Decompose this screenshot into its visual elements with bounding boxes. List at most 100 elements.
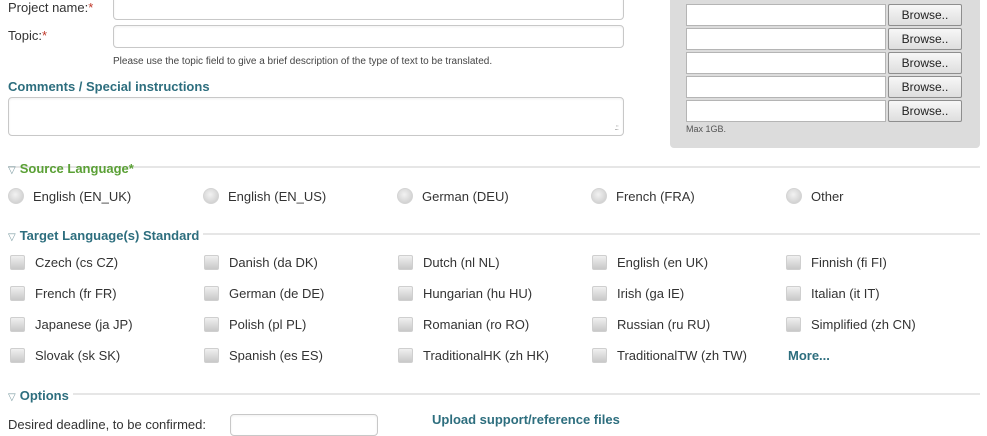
comments-title: Comments / Special instructions [8, 79, 210, 94]
target-option[interactable]: TraditionalTW (zh TW) [592, 348, 747, 363]
options-title-text: Options [19, 388, 69, 403]
checkbox[interactable] [398, 348, 413, 363]
option-label: Romanian (ro RO) [423, 317, 530, 332]
collapse-triangle-icon: ▽ [8, 232, 16, 243]
options-title[interactable]: ▽ Options [8, 388, 73, 403]
project-name-input[interactable] [113, 0, 624, 20]
option-label: Japanese (ja JP) [35, 317, 133, 332]
file-path-field[interactable] [686, 28, 886, 50]
option-label: TraditionalHK (zh HK) [423, 348, 549, 363]
checkbox[interactable] [10, 255, 25, 270]
radio-button[interactable] [591, 188, 607, 204]
collapse-triangle-icon: ▽ [8, 392, 16, 403]
option-label: German (de DE) [229, 286, 325, 301]
file-upload-row: Browse.. [686, 28, 962, 50]
target-languages-title[interactable]: ▽ Target Language(s) Standard [8, 228, 204, 243]
target-option[interactable]: German (de DE) [204, 286, 324, 301]
deadline-label: Desired deadline, to be confirmed: [8, 417, 207, 432]
checkbox[interactable] [592, 286, 607, 301]
option-label: Hungarian (hu HU) [423, 286, 533, 301]
topic-label-text: Topic: [8, 28, 42, 43]
target-option[interactable]: Polish (pl PL) [204, 317, 306, 332]
target-option[interactable]: Danish (da DK) [204, 255, 318, 270]
target-option[interactable]: Hungarian (hu HU) [398, 286, 532, 301]
section-divider [8, 166, 980, 168]
option-label: English (EN_UK) [33, 188, 132, 204]
source-option[interactable]: English (EN_UK) [8, 188, 131, 204]
required-mark: * [88, 0, 94, 15]
file-path-field[interactable] [686, 4, 886, 26]
checkbox[interactable] [786, 255, 801, 270]
checkbox[interactable] [398, 286, 413, 301]
target-option[interactable]: French (fr FR) [10, 286, 117, 301]
checkbox[interactable] [786, 286, 801, 301]
target-option[interactable]: Spanish (es ES) [204, 348, 323, 363]
resize-grip-icon[interactable]: .:: [614, 123, 619, 132]
checkbox[interactable] [398, 255, 413, 270]
radio-button[interactable] [8, 188, 24, 204]
option-label: Dutch (nl NL) [423, 255, 500, 270]
option-label: Italian (it IT) [811, 286, 880, 301]
file-upload-panel: Browse.. Browse.. Browse.. Browse.. Brow… [670, 0, 980, 148]
option-label: Other [811, 188, 844, 204]
checkbox[interactable] [592, 317, 607, 332]
option-label: Polish (pl PL) [229, 317, 307, 332]
checkbox[interactable] [592, 255, 607, 270]
target-option[interactable]: Finnish (fi FI) [786, 255, 887, 270]
source-language-title[interactable]: ▽ Source Language* [8, 161, 134, 176]
browse-button[interactable]: Browse.. [888, 100, 962, 122]
deadline-input[interactable] [230, 414, 378, 436]
target-option[interactable]: Dutch (nl NL) [398, 255, 500, 270]
browse-button[interactable]: Browse.. [888, 76, 962, 98]
radio-button[interactable] [786, 188, 802, 204]
target-option[interactable]: Japanese (ja JP) [10, 317, 133, 332]
file-path-field[interactable] [686, 52, 886, 74]
required-mark: * [128, 161, 134, 176]
source-option[interactable]: Other [786, 188, 844, 204]
target-option[interactable]: Italian (it IT) [786, 286, 880, 301]
file-path-field[interactable] [686, 76, 886, 98]
support-files-title: Upload support/reference files [432, 412, 620, 427]
target-option[interactable]: Czech (cs CZ) [10, 255, 118, 270]
checkbox[interactable] [786, 317, 801, 332]
option-label: Irish (ga IE) [617, 286, 685, 301]
checkbox[interactable] [204, 255, 219, 270]
browse-button[interactable]: Browse.. [888, 28, 962, 50]
target-option[interactable]: Slovak (sk SK) [10, 348, 120, 363]
option-label: Czech (cs CZ) [35, 255, 119, 270]
target-languages-title-text: Target Language(s) Standard [19, 228, 200, 243]
source-option[interactable]: German (DEU) [397, 188, 509, 204]
max-size-note: Max 1GB. [686, 124, 727, 134]
option-label: Russian (ru RU) [617, 317, 711, 332]
browse-button[interactable]: Browse.. [888, 52, 962, 74]
radio-button[interactable] [397, 188, 413, 204]
checkbox[interactable] [398, 317, 413, 332]
option-label: Slovak (sk SK) [35, 348, 121, 363]
comments-textarea[interactable]: .:: [8, 97, 624, 136]
checkbox[interactable] [10, 317, 25, 332]
checkbox[interactable] [204, 317, 219, 332]
target-option[interactable]: Romanian (ro RO) [398, 317, 529, 332]
target-option[interactable]: TraditionalHK (zh HK) [398, 348, 549, 363]
checkbox[interactable] [592, 348, 607, 363]
checkbox[interactable] [204, 348, 219, 363]
browse-button[interactable]: Browse.. [888, 4, 962, 26]
checkbox[interactable] [204, 286, 219, 301]
checkbox[interactable] [10, 286, 25, 301]
option-label: French (fr FR) [35, 286, 117, 301]
option-label: English (EN_US) [228, 188, 327, 204]
source-option[interactable]: French (FRA) [591, 188, 695, 204]
source-option[interactable]: English (EN_US) [203, 188, 326, 204]
more-languages-link[interactable]: More... [788, 348, 830, 363]
target-option[interactable]: Irish (ga IE) [592, 286, 684, 301]
option-label: Simplified (zh CN) [811, 317, 916, 332]
file-path-field[interactable] [686, 100, 886, 122]
checkbox[interactable] [10, 348, 25, 363]
topic-input[interactable] [113, 25, 624, 48]
file-upload-row: Browse.. [686, 4, 962, 26]
radio-button[interactable] [203, 188, 219, 204]
target-option[interactable]: Russian (ru RU) [592, 317, 710, 332]
target-option[interactable]: Simplified (zh CN) [786, 317, 916, 332]
collapse-triangle-icon: ▽ [8, 165, 16, 176]
target-option[interactable]: English (en UK) [592, 255, 708, 270]
